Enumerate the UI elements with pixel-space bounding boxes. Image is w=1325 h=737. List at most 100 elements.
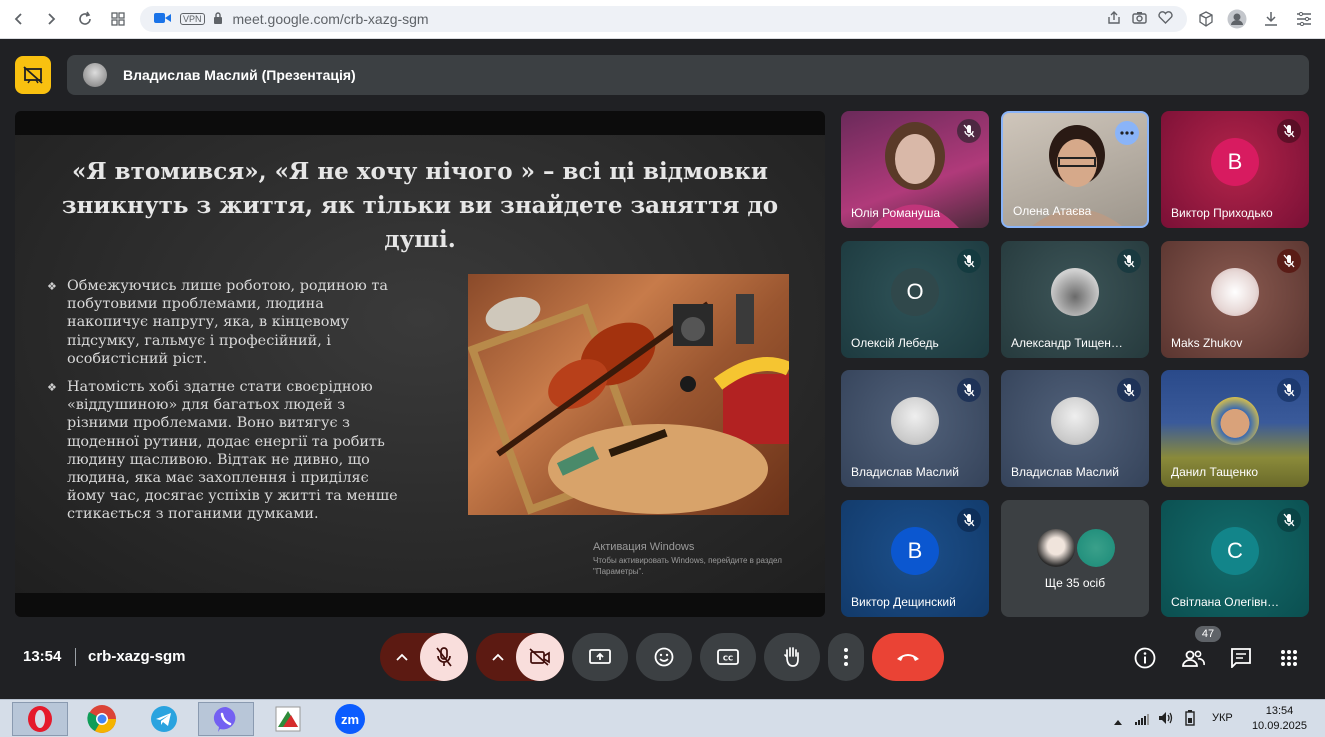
- keyboard-language[interactable]: УКР: [1212, 712, 1233, 724]
- participant-tile[interactable]: Maks Zhukov: [1161, 241, 1309, 358]
- telegram-taskbar-button[interactable]: [136, 702, 192, 736]
- url-text[interactable]: meet.google.com/crb-xazg-sgm: [233, 11, 429, 27]
- avatar: [1211, 396, 1259, 445]
- presentation-toggle-button[interactable]: [15, 56, 51, 94]
- chat-button[interactable]: [1223, 640, 1259, 676]
- participant-tile[interactable]: В Виктор Дещинский: [841, 500, 989, 617]
- avatar: [83, 63, 107, 87]
- download-icon[interactable]: [1260, 8, 1282, 30]
- participant-name: Виктор Приходько: [1171, 206, 1273, 220]
- audio-control-group: [380, 633, 468, 681]
- meet-camera-icon: [154, 11, 172, 27]
- svg-text:CC: CC: [723, 655, 733, 663]
- mic-toggle-button[interactable]: [420, 633, 468, 681]
- tray-expand-icon[interactable]: [1113, 713, 1123, 731]
- participant-tile[interactable]: Александр Тищен…: [1001, 241, 1149, 358]
- participant-tile[interactable]: В Виктор Приходько: [1161, 111, 1309, 228]
- participant-name: Олена Атаєва: [1013, 204, 1092, 218]
- viber-icon: [213, 706, 236, 732]
- avatar: [1211, 267, 1259, 316]
- participant-tile[interactable]: О Олексій Лебедь: [841, 241, 989, 358]
- mic-off-icon: [957, 249, 981, 273]
- opera-taskbar-button[interactable]: [12, 702, 68, 736]
- forward-icon[interactable]: [40, 8, 62, 30]
- video-control-group: [476, 633, 564, 681]
- app-taskbar-button[interactable]: [260, 702, 316, 736]
- participant-tile[interactable]: Владислав Маслий: [841, 370, 989, 487]
- more-options-button[interactable]: [828, 633, 864, 681]
- participant-tile[interactable]: Данил Тащенко: [1161, 370, 1309, 487]
- mic-off-icon: [436, 647, 452, 667]
- menu-settings-icon[interactable]: [1293, 8, 1315, 30]
- heart-icon[interactable]: [1158, 11, 1173, 27]
- present-off-icon: [23, 66, 43, 84]
- people-count-badge: 47: [1195, 626, 1221, 642]
- slide-image-violin: [468, 274, 789, 515]
- tabs-grid-icon[interactable]: [107, 8, 129, 30]
- avatar-letter: С: [1211, 526, 1259, 575]
- meeting-time: 13:54: [23, 648, 62, 665]
- participant-name: Владислав Маслий: [1011, 465, 1119, 479]
- present-screen-button[interactable]: [572, 633, 628, 681]
- viber-taskbar-button[interactable]: [198, 702, 254, 736]
- chrome-icon: [87, 705, 116, 733]
- participant-tile[interactable]: Владислав Маслий: [1001, 370, 1149, 487]
- reactions-button[interactable]: [636, 633, 692, 681]
- apps-grid-icon: [1281, 650, 1297, 666]
- activities-button[interactable]: [1271, 640, 1307, 676]
- back-icon[interactable]: [8, 8, 30, 30]
- avatar: [1051, 396, 1099, 445]
- more-participants-tile[interactable]: Ще 35 осіб: [1001, 500, 1149, 617]
- slide-bullet: ❖ Обмежуючись лише роботою, родиною та п…: [47, 278, 388, 367]
- profile-icon[interactable]: [1226, 8, 1248, 30]
- participant-tile[interactable]: Юлія Романуша: [841, 111, 989, 228]
- reload-icon[interactable]: [74, 8, 96, 30]
- raise-hand-icon: [784, 647, 799, 667]
- mic-off-icon: [1277, 378, 1301, 402]
- opera-icon: [28, 706, 52, 732]
- lock-icon[interactable]: [213, 11, 223, 27]
- vpn-badge[interactable]: VPN: [180, 13, 205, 25]
- battery-icon[interactable]: [1182, 710, 1198, 731]
- avatar: [1051, 267, 1099, 316]
- audio-options-button[interactable]: [380, 633, 424, 681]
- participant-name: Maks Zhukov: [1171, 336, 1243, 350]
- info-icon: [1134, 647, 1156, 669]
- avatar: [1037, 529, 1075, 567]
- address-bar[interactable]: VPN meet.google.com/crb-xazg-sgm: [140, 6, 1187, 32]
- more-options-icon[interactable]: [1115, 121, 1139, 145]
- raise-hand-button[interactable]: [764, 633, 820, 681]
- slide-bullet: ❖ Натомість хобі здатне стати своєрідною…: [47, 379, 398, 523]
- camera-snapshot-icon[interactable]: [1132, 11, 1147, 27]
- volume-icon[interactable]: [1158, 711, 1174, 730]
- mic-off-icon: [1277, 119, 1301, 143]
- signal-icon[interactable]: [1135, 712, 1149, 730]
- leave-call-button[interactable]: [872, 633, 944, 681]
- chrome-taskbar-button[interactable]: [74, 702, 130, 736]
- participant-tile[interactable]: С Світлана Олегівн…: [1161, 500, 1309, 617]
- zoom-taskbar-button[interactable]: zm: [322, 702, 378, 736]
- people-button[interactable]: [1175, 640, 1211, 676]
- slide-title: «Я втомився», «Я не хочу нічого » – всі …: [61, 158, 779, 253]
- camera-toggle-button[interactable]: [516, 633, 564, 681]
- participant-name: Світлана Олегівн…: [1171, 595, 1280, 609]
- participant-tile-active[interactable]: Олена Атаєва: [1001, 111, 1149, 228]
- browser-toolbar: VPN meet.google.com/crb-xazg-sgm: [0, 0, 1325, 39]
- system-clock[interactable]: 13:54 10.09.2025: [1252, 704, 1307, 734]
- participant-name: Владислав Маслий: [851, 465, 959, 479]
- cube-icon[interactable]: [1195, 8, 1217, 30]
- video-options-button[interactable]: [476, 633, 520, 681]
- presentation-header: Владислав Маслий (Презентація): [67, 55, 1309, 95]
- mic-off-icon: [957, 508, 981, 532]
- mic-off-icon: [1277, 508, 1301, 532]
- mic-off-icon: [1117, 378, 1141, 402]
- meeting-info-button[interactable]: [1127, 640, 1163, 676]
- zoom-icon: zm: [335, 704, 365, 734]
- slide-content: «Я втомився», «Я не хочу нічого » – всі …: [15, 135, 825, 593]
- share-icon[interactable]: [1107, 10, 1121, 28]
- mic-off-icon: [1117, 249, 1141, 273]
- presenter-title: Владислав Маслий (Презентація): [123, 67, 356, 83]
- mic-off-icon: [957, 119, 981, 143]
- captions-button[interactable]: CC: [700, 633, 756, 681]
- avatar-letter: В: [891, 526, 939, 575]
